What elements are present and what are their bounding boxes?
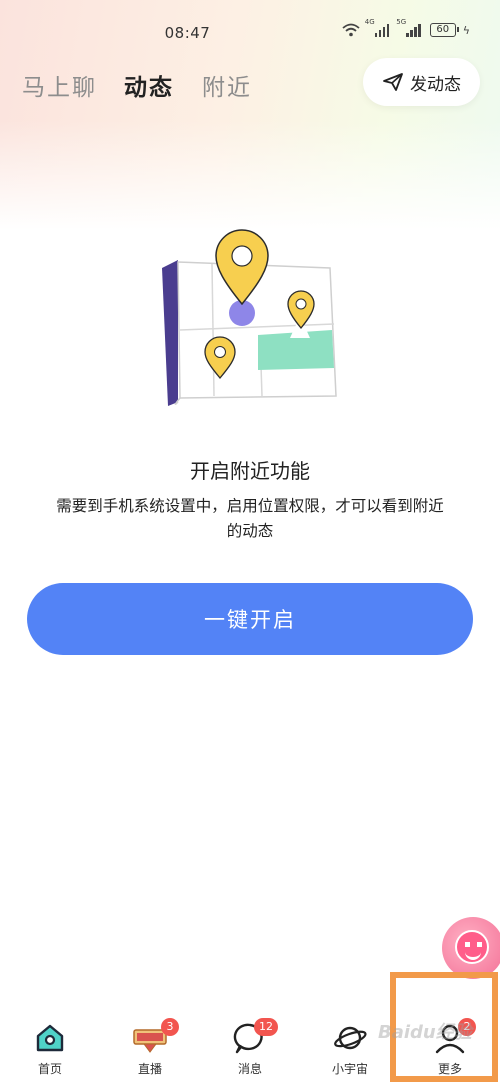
one-click-enable-button[interactable]: 一键开启 xyxy=(27,583,473,655)
top-nav: 马上聊 动态 附近 发动态 xyxy=(0,58,500,108)
feature-title: 开启附近功能 xyxy=(190,459,310,483)
more-badge: 2 xyxy=(458,1018,476,1036)
status-icons: 4G 5G 60 ϟ xyxy=(342,18,470,37)
home-icon xyxy=(36,1024,64,1052)
status-bar: 08:47 4G 5G 60 ϟ xyxy=(0,0,500,60)
feature-description: 需要到手机系统设置中，启用位置权限，才可以看到附近的动态 xyxy=(56,497,444,540)
post-moment-button[interactable]: 发动态 xyxy=(363,58,480,106)
bottom-nav: 首页 3 直播 12 消息 小宇宙 2 更多 xyxy=(0,1012,500,1085)
post-moment-label: 发动态 xyxy=(410,74,461,95)
battery-icon: 60 xyxy=(429,23,459,37)
bottom-nav-universe-label: 小宇宙 xyxy=(331,1062,368,1076)
tab-chat[interactable]: 马上聊 xyxy=(22,68,97,102)
tab-nearby[interactable]: 附近 xyxy=(202,68,252,102)
tab-moments[interactable]: 动态 xyxy=(124,68,174,102)
wifi-icon xyxy=(342,23,360,37)
messages-badge: 12 xyxy=(254,1018,278,1036)
bottom-nav-messages-label: 消息 xyxy=(237,1062,262,1076)
signal-1-icon: 4G xyxy=(365,18,390,37)
bottom-nav-home-label: 首页 xyxy=(37,1062,62,1076)
send-icon xyxy=(383,73,403,91)
bottom-nav-live-label: 直播 xyxy=(137,1062,162,1076)
smiley-face-icon xyxy=(455,930,489,964)
bottom-nav-live[interactable]: 3 直播 xyxy=(100,1012,200,1085)
map-scroll-edge xyxy=(162,260,178,406)
live-badge: 3 xyxy=(161,1018,179,1036)
bottom-nav-more[interactable]: 2 更多 xyxy=(400,1012,500,1085)
charging-icon: ϟ xyxy=(462,23,470,37)
floating-avatar-button[interactable] xyxy=(442,917,500,979)
status-time: 08:47 xyxy=(164,24,211,42)
signal-2-icon: 5G xyxy=(396,18,421,37)
bottom-nav-messages[interactable]: 12 消息 xyxy=(200,1012,300,1085)
bottom-nav-more-label: 更多 xyxy=(437,1062,462,1076)
bottom-nav-universe[interactable]: 小宇宙 xyxy=(300,1012,400,1085)
location-map-illustration xyxy=(162,229,337,406)
planet-icon xyxy=(334,1026,367,1050)
bottom-nav-home[interactable]: 首页 xyxy=(0,1012,100,1085)
